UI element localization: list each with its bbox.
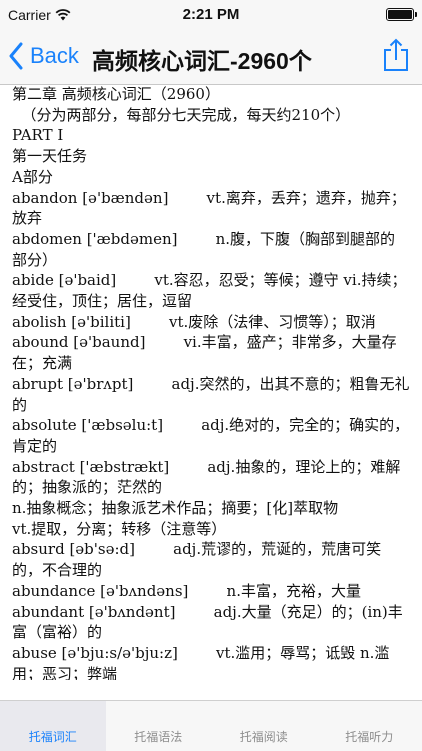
text-line: absurd [əb'sə:d] adj.荒谬的，荒诞的，荒唐可笑的，不合理的 [12, 539, 410, 580]
share-icon[interactable] [382, 38, 410, 72]
navigation-bar: Back 高频核心词汇-2960个 [0, 30, 422, 85]
text-line: vt.提取，分离；转移（注意等） [12, 519, 410, 540]
tab-label: 托福词汇 [29, 728, 77, 745]
tab-label: 托福阅读 [240, 728, 288, 745]
tab-grammar[interactable]: 托福语法 [106, 701, 212, 751]
text-line: 第一天任务 [12, 146, 410, 167]
text-line: （分为两部分，每部分七天完成，每天约210个） [12, 105, 410, 126]
page-title: 高频核心词汇-2960个 [92, 42, 362, 76]
text-line: abuse [ə'bju:s/ə'bju:z] vt.滥用；辱骂；诋毁 n.滥用… [12, 643, 410, 680]
text-line: abandon [ə'bændən] vt.离弃，丢弃；遗弃，抛弃；放弃 [12, 188, 410, 229]
tab-listening[interactable]: 托福听力 [317, 701, 422, 751]
text-line: A部分 [12, 167, 410, 188]
back-button[interactable]: Back [8, 38, 79, 74]
text-line: absolute ['æbsəlu:t] adj.绝对的，完全的；确实的，肯定的 [12, 415, 410, 456]
text-line: abolish [ə'biliti] vt.废除（法律、习惯等）；取消 [12, 312, 410, 333]
back-button-label: Back [30, 43, 79, 69]
text-line: PART I [12, 125, 410, 146]
text-line: abide [ə'baid] vt.容忍，忍受；等候；遵守 vi.持续；经受住，… [12, 270, 410, 311]
text-line: abstract ['æbstrækt] adj.抽象的，理论上的；难解的；抽象… [12, 457, 410, 498]
chevron-left-icon [8, 42, 24, 70]
text-line: abrupt [ə'brʌpt] adj.突然的，出其不意的；粗鲁无礼的 [12, 374, 410, 415]
text-line: abundance [ə'bʌndəns] n.丰富，充裕，大量 [12, 581, 410, 602]
tab-label: 托福语法 [134, 728, 182, 745]
text-line: abound [ə'baund] vi.丰富，盛产；非常多，大量存在；充满 [12, 332, 410, 373]
text-line: n.抽象概念；抽象派艺术作品；摘要；[化]萃取物 [12, 498, 410, 519]
vocabulary-text: 第二章 高频核心词汇（2960） （分为两部分，每部分七天完成，每天约210个）… [0, 84, 422, 680]
status-time: 2:21 PM [0, 6, 422, 23]
battery-level [388, 10, 412, 19]
tab-bar: 托福词汇 托福语法 托福阅读 托福听力 [0, 700, 422, 751]
tab-vocabulary[interactable]: 托福词汇 [0, 701, 106, 751]
tab-label: 托福听力 [345, 728, 393, 745]
text-line: abdomen ['æbdəmen] n.腹，下腹（胸部到腿部的部分） [12, 229, 410, 270]
text-line: 第二章 高频核心词汇（2960） [12, 84, 410, 105]
content-area[interactable]: 第二章 高频核心词汇（2960） （分为两部分，每部分七天完成，每天约210个）… [0, 84, 422, 680]
battery-icon [386, 8, 414, 21]
text-line: abundant [ə'bʌndənt] adj.大量（充足）的；(in)丰富（… [12, 602, 410, 643]
status-bar: Carrier 2:21 PM [0, 0, 422, 30]
tab-reading[interactable]: 托福阅读 [211, 701, 317, 751]
